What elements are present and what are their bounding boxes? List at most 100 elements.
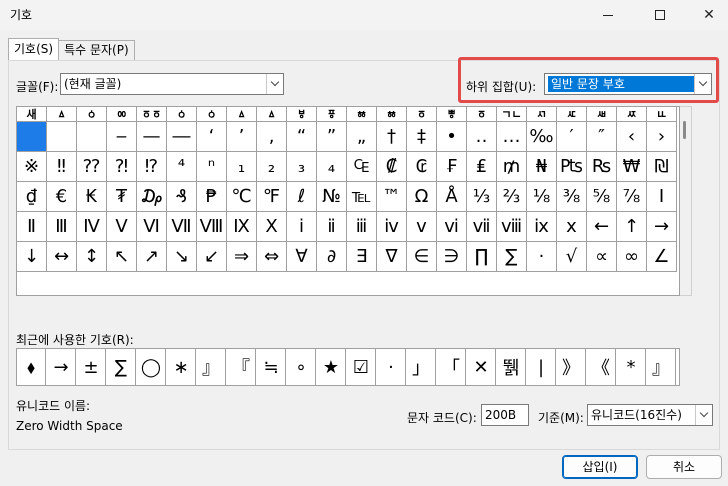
cancel-button[interactable]: 취소 (646, 455, 722, 479)
symbol-cell[interactable]: ₤ (467, 152, 497, 182)
symbol-cell[interactable]: ∋ (437, 242, 467, 272)
symbol-cell[interactable]: Ⅶ (167, 212, 197, 242)
symbol-cell[interactable] (17, 122, 47, 152)
symbol-cell[interactable]: ↙ (197, 242, 227, 272)
symbol-cell[interactable]: ₥ (497, 152, 527, 182)
recent-symbol-cell[interactable]: → (47, 349, 76, 385)
symbol-cell[interactable]: ‥ (467, 122, 497, 152)
grid-header-cell[interactable]: ㆆ (467, 107, 497, 122)
symbol-cell[interactable]: Ⅱ (17, 212, 47, 242)
grid-header-cell[interactable]: ㆆ (407, 107, 437, 122)
grid-header-cell[interactable]: ㅹ (437, 107, 467, 122)
symbol-cell[interactable]: ⅸ (527, 212, 557, 242)
symbol-cell[interactable] (47, 122, 77, 152)
grid-header-cell[interactable]: ㅺ (527, 107, 557, 122)
grid-header-cell[interactable]: ㆀ (107, 107, 137, 122)
symbol-cell[interactable]: ₯ (137, 182, 167, 212)
symbol-cell[interactable]: ∂ (317, 242, 347, 272)
symbol-grid[interactable]: 새 ㅿㆁㆀㆆㆆㆁㆁㅿㅿㅸㆄㆅㆅㆆㅹㆆㄱㄴㅺㅼㅽㅾㅥ ‒ — ― ‘’ ‚ “” „ † ‡ • ‥… ‰ ′… (16, 106, 680, 296)
symbol-cell[interactable]: ⅓ (467, 182, 497, 212)
grid-header-cell[interactable]: ㆆㆆ (137, 107, 167, 122)
tab-symbols[interactable]: 기호(S) (8, 38, 60, 61)
symbol-cell[interactable]: ⅳ (377, 212, 407, 242)
symbol-cell[interactable]: ⅔ (497, 182, 527, 212)
symbol-cell[interactable]: ₄ (317, 152, 347, 182)
symbol-cell[interactable]: · (527, 242, 557, 272)
symbol-cell[interactable] (77, 122, 107, 152)
symbol-cell[interactable]: ― (167, 122, 197, 152)
symbol-cell[interactable]: ⁈ (107, 152, 137, 182)
grid-header-cell[interactable]: ㆅ (347, 107, 377, 122)
recent-symbol-cell[interactable]: 《 (587, 349, 616, 385)
scroll-thumb[interactable] (683, 121, 686, 139)
tab-special-chars[interactable]: 특수 문자(P) (59, 40, 135, 60)
grid-header-cell[interactable]: ㅿ (227, 107, 257, 122)
symbol-cell[interactable]: ↖ (107, 242, 137, 272)
symbol-cell[interactable]: “ (287, 122, 317, 152)
symbol-cell[interactable]: Ⅹ (257, 212, 287, 242)
symbol-cell[interactable]: ← (587, 212, 617, 242)
grid-header-cell[interactable]: ㅥ (647, 107, 677, 122)
symbol-cell[interactable]: ⁉ (137, 152, 167, 182)
symbol-cell[interactable]: ℃ (227, 182, 257, 212)
symbol-cell[interactable]: ⅵ (437, 212, 467, 242)
grid-header-cell[interactable]: ㆁ (77, 107, 107, 122)
recent-symbol-cell[interactable]: ★ (317, 349, 346, 385)
symbol-cell[interactable]: ₃ (287, 152, 317, 182)
base-dropdown[interactable]: 유니코드(16진수) (587, 404, 713, 426)
recent-symbol-cell[interactable]: 』 (197, 349, 226, 385)
symbol-cell[interactable]: ∃ (347, 242, 377, 272)
grid-header-cell[interactable]: ㅿ (47, 107, 77, 122)
recent-symbol-cell[interactable]: ∑ (107, 349, 136, 385)
symbol-cell[interactable]: ₪ (647, 152, 677, 182)
symbol-cell[interactable]: ∑ (497, 242, 527, 272)
recent-symbol-cell[interactable]: ◯ (137, 349, 166, 385)
symbol-cell[interactable]: • (437, 122, 467, 152)
symbol-cell[interactable]: ′ (557, 122, 587, 152)
grid-scrollbar[interactable] (680, 106, 692, 296)
symbol-cell[interactable]: ⅷ (497, 212, 527, 242)
recent-symbol-cell[interactable]: 》 (557, 349, 586, 385)
recent-symbol-cell[interactable]: ∗ (167, 349, 196, 385)
symbol-cell[interactable]: ‘ (197, 122, 227, 152)
grid-header-cell[interactable]: ㆁ (197, 107, 227, 122)
symbol-cell[interactable]: ∠ (647, 242, 677, 272)
symbol-cell[interactable]: ₦ (527, 152, 557, 182)
symbol-cell[interactable]: Ⅸ (227, 212, 257, 242)
grid-header-cell[interactable]: ㆅ (377, 107, 407, 122)
symbol-cell[interactable]: ⁿ (197, 152, 227, 182)
symbol-cell[interactable]: ⅲ (347, 212, 377, 242)
recent-symbols[interactable]: ⬧ → ± ∑ ◯ ∗』『≒ ∘ ★ ☑ ·」「✕ 뛝 | 》《 *』 (16, 348, 680, 386)
grid-header-cell[interactable]: ㆁ (167, 107, 197, 122)
symbol-cell[interactable]: ₱ (197, 182, 227, 212)
recent-symbol-cell[interactable]: ⬧ (17, 349, 46, 385)
symbol-cell[interactable]: ₫ (17, 182, 47, 212)
symbol-cell[interactable]: Ⅳ (77, 212, 107, 242)
symbol-cell[interactable]: ₭ (77, 182, 107, 212)
symbol-cell[interactable]: ₠ (347, 152, 377, 182)
symbol-cell[interactable]: ∞ (617, 242, 647, 272)
symbol-cell[interactable]: ‰ (527, 122, 557, 152)
insert-button[interactable]: 삽입(I) (562, 455, 638, 479)
symbol-cell[interactable]: ∏ (467, 242, 497, 272)
grid-header-cell[interactable]: ㄱㄴ (497, 107, 527, 122)
symbol-cell[interactable]: ₁ (227, 152, 257, 182)
symbol-cell[interactable]: ℓ (287, 182, 317, 212)
symbol-cell[interactable]: Ⅲ (47, 212, 77, 242)
symbol-cell[interactable]: — (137, 122, 167, 152)
symbol-cell[interactable]: ∇ (377, 242, 407, 272)
symbol-cell[interactable]: № (317, 182, 347, 212)
symbol-cell[interactable]: ∀ (287, 242, 317, 272)
recent-symbol-cell[interactable]: 뛝 (497, 349, 526, 385)
symbol-cell[interactable]: ⁇ (77, 152, 107, 182)
symbol-cell[interactable]: ‼ (47, 152, 77, 182)
symbol-cell[interactable]: ⅴ (407, 212, 437, 242)
symbol-cell[interactable]: ↓ (17, 242, 47, 272)
symbol-cell[interactable]: ※ (17, 152, 47, 182)
symbol-cell[interactable]: ⁴ (167, 152, 197, 182)
symbol-cell[interactable]: Ω (407, 182, 437, 212)
recent-symbol-cell[interactable]: ± (77, 349, 106, 385)
recent-symbol-cell[interactable]: 』 (647, 349, 676, 385)
symbol-cell[interactable]: ⅛ (527, 182, 557, 212)
symbol-cell[interactable]: ⇔ (257, 242, 287, 272)
